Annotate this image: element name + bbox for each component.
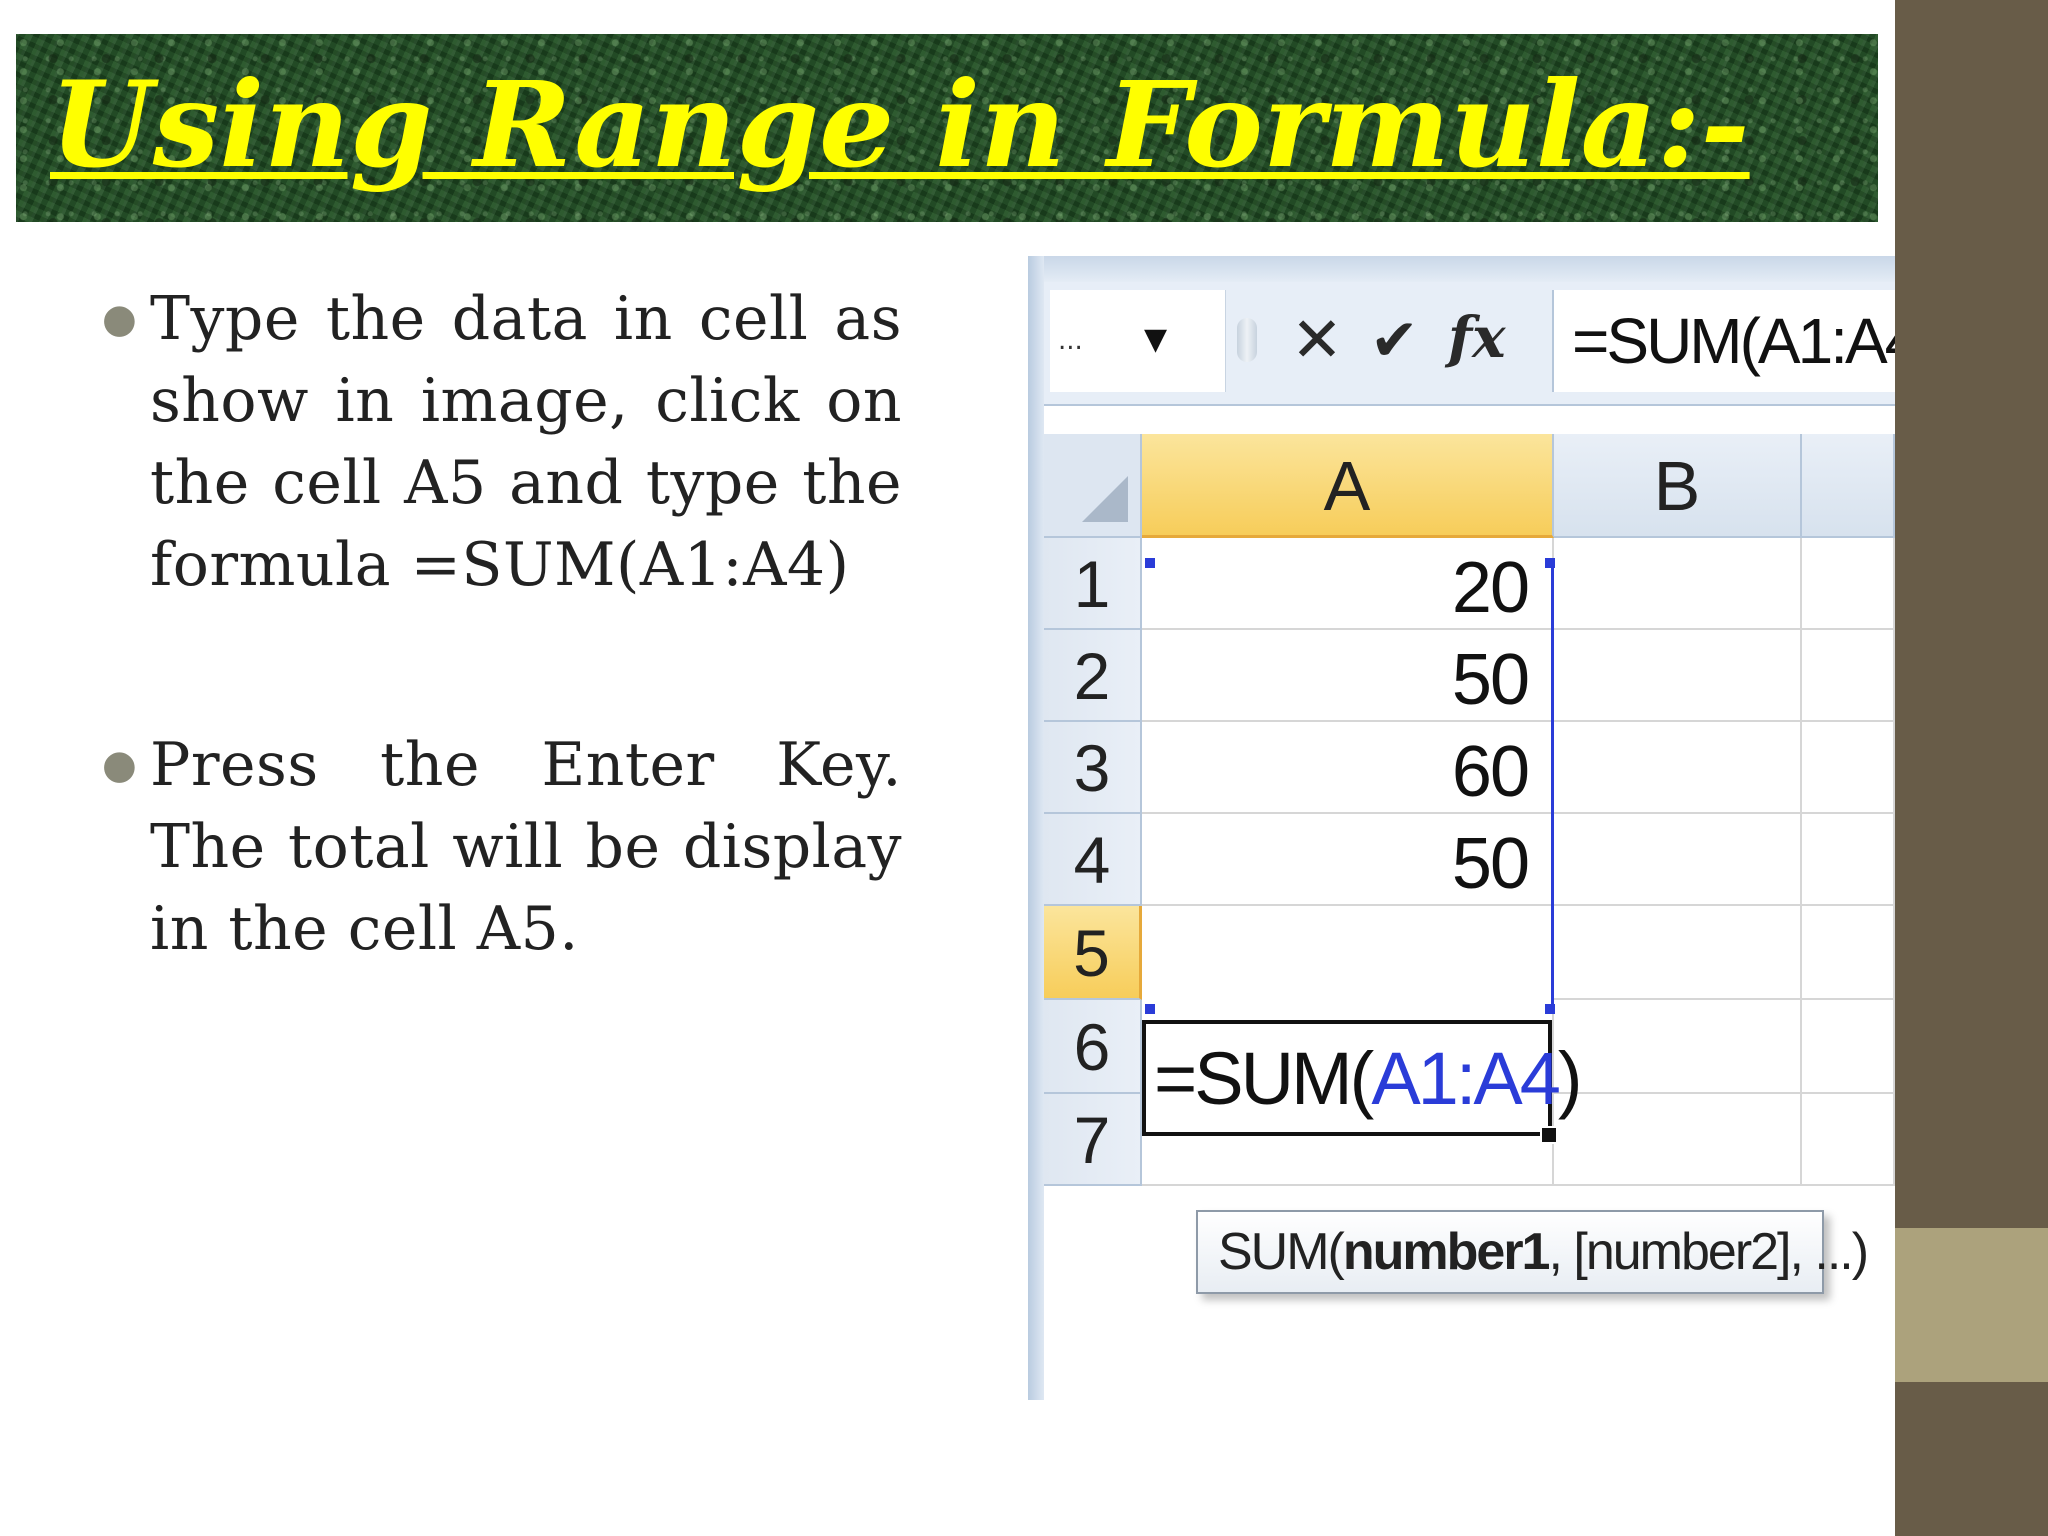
cancel-icon[interactable]: ✕	[1291, 300, 1343, 380]
cell-b7[interactable]	[1554, 1094, 1802, 1186]
bullet-list: ● Type the data in cell as show in image…	[98, 278, 902, 970]
column-header-a[interactable]: A	[1142, 434, 1554, 538]
cell-a1[interactable]: 20	[1142, 538, 1554, 630]
row-header-6[interactable]: 6	[1044, 1000, 1142, 1094]
bullet-text: Press the Enter Key. The total will be d…	[150, 730, 902, 964]
cell-b3[interactable]	[1554, 722, 1802, 814]
fill-handle[interactable]	[1540, 1126, 1558, 1144]
cell-b6[interactable]	[1554, 1000, 1802, 1094]
range-handle[interactable]	[1145, 1004, 1155, 1014]
excel-screenshot: ... ▼ ✕ ✔ fx =SUM(A1:A4) A B 1 2 3 4 5 6…	[1028, 256, 1895, 1400]
grip-icon[interactable]	[1237, 318, 1257, 362]
active-cell-a5[interactable]: =SUM(A1:A4)	[1142, 1020, 1583, 1136]
cell-b5[interactable]	[1554, 906, 1802, 1000]
dropdown-icon[interactable]: ▼	[1144, 322, 1167, 357]
range-handle[interactable]	[1545, 1004, 1555, 1014]
window-edge	[1028, 256, 1044, 1400]
ribbon-strip	[1044, 256, 1895, 282]
cell-c6[interactable]	[1802, 1000, 1895, 1094]
formula-range-ref: A1:A4	[1371, 1037, 1561, 1120]
row-header-3[interactable]: 3	[1044, 722, 1142, 814]
cell-a3[interactable]: 60	[1142, 722, 1554, 814]
cell-b2[interactable]	[1554, 630, 1802, 722]
tooltip-func: SUM(	[1218, 1223, 1345, 1281]
bullet-dot-icon: ●	[102, 742, 137, 788]
row-header-7[interactable]: 7	[1044, 1094, 1142, 1186]
title-banner: Using Range in Formula:-	[16, 34, 1878, 222]
row-header-1[interactable]: 1	[1044, 538, 1142, 630]
name-box[interactable]: ... ▼	[1050, 290, 1226, 392]
formula-prefix: =SUM(	[1154, 1037, 1374, 1120]
cell-c2[interactable]	[1802, 630, 1895, 722]
column-header-c[interactable]	[1802, 434, 1895, 538]
bullet-item: ● Type the data in cell as show in image…	[98, 278, 902, 606]
name-box-value: ...	[1058, 326, 1083, 356]
select-all-corner[interactable]	[1044, 434, 1142, 538]
range-handle[interactable]	[1145, 558, 1155, 568]
row-header-5[interactable]: 5	[1044, 906, 1142, 1000]
enter-icon[interactable]: ✔	[1370, 300, 1419, 380]
slide-title: Using Range in Formula:-	[50, 55, 1750, 194]
tooltip-args-rest: , [number2], ...)	[1548, 1223, 1869, 1281]
row-header-2[interactable]: 2	[1044, 630, 1142, 722]
cell-c3[interactable]	[1802, 722, 1895, 814]
formula-input[interactable]: =SUM(A1:A4)	[1552, 290, 1895, 392]
cell-c4[interactable]	[1802, 814, 1895, 906]
range-handle[interactable]	[1545, 558, 1555, 568]
select-all-triangle-icon	[1082, 476, 1128, 522]
cell-c1[interactable]	[1802, 538, 1895, 630]
cell-a2[interactable]: 50	[1142, 630, 1554, 722]
fx-icon[interactable]: fx	[1448, 298, 1505, 378]
cell-b4[interactable]	[1554, 814, 1802, 906]
column-header-b[interactable]: B	[1554, 434, 1802, 538]
cell-a4[interactable]: 50	[1142, 814, 1554, 906]
cell-b1[interactable]	[1554, 538, 1802, 630]
formula-suffix: )	[1557, 1037, 1583, 1120]
formula-bar: ... ▼ ✕ ✔ fx =SUM(A1:A4)	[1044, 282, 1895, 406]
bullet-text: Type the data in cell as show in image, …	[150, 284, 902, 600]
side-decor-accent	[1895, 1228, 2048, 1382]
bullet-item: ● Press the Enter Key. The total will be…	[98, 724, 902, 970]
cell-c5[interactable]	[1802, 906, 1895, 1000]
tooltip-arg-current: number1	[1342, 1223, 1551, 1281]
row-header-4[interactable]: 4	[1044, 814, 1142, 906]
cell-c7[interactable]	[1802, 1094, 1895, 1186]
function-tooltip[interactable]: SUM(number1, [number2], ...)	[1196, 1210, 1869, 1294]
bullet-dot-icon: ●	[102, 296, 137, 342]
